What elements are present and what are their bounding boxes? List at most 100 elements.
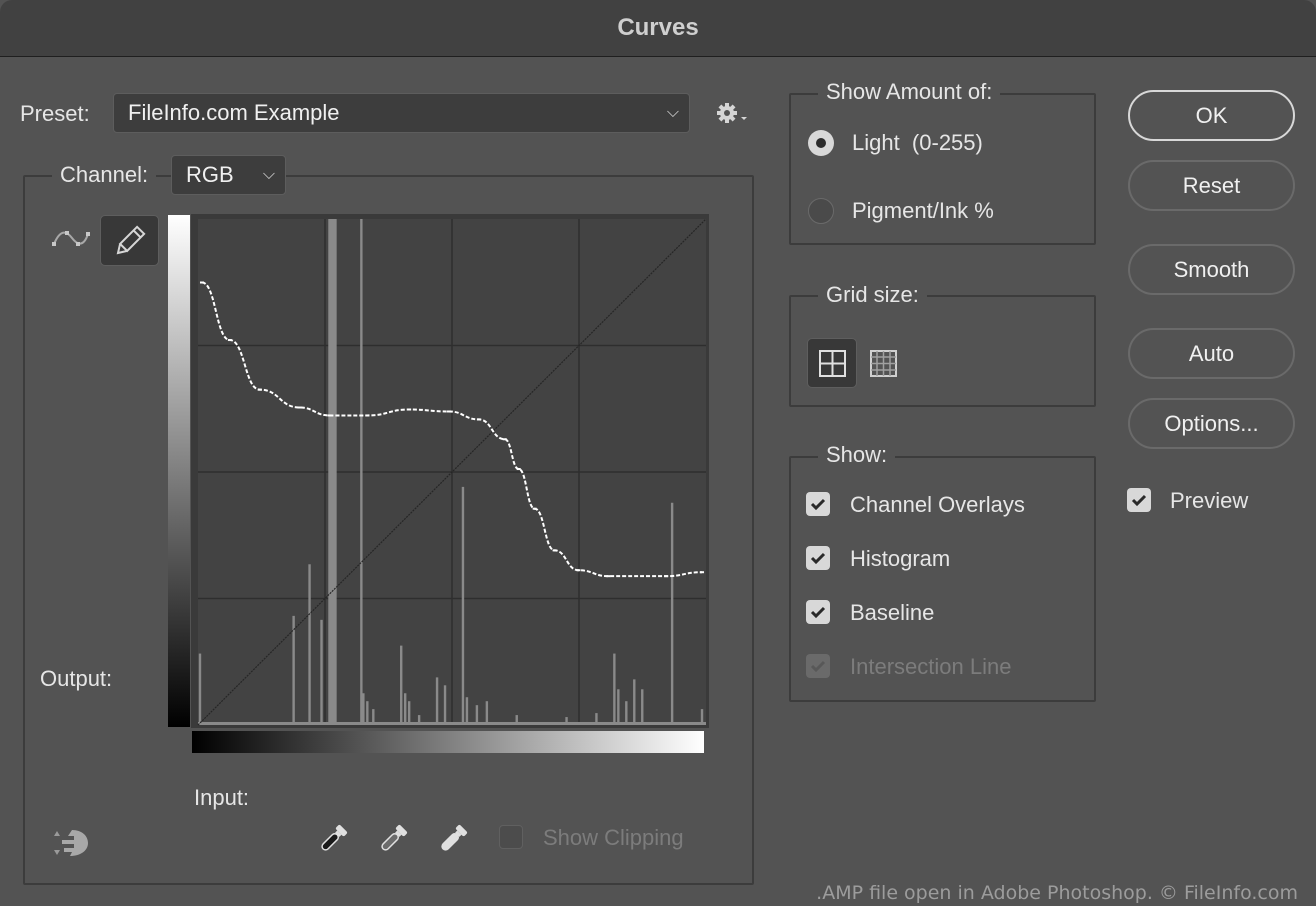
curve-point [227,339,232,342]
curve-point [297,406,302,409]
gray-point-eyedropper-icon [381,824,408,851]
histogram-bar [334,219,337,725]
curve-point [664,575,669,578]
radio-light[interactable] [808,130,834,156]
intersection-line-checkbox[interactable] [806,654,830,678]
pencil-icon [116,225,146,255]
histogram-bar [362,693,365,725]
radio-light-label: Light (0-255) [852,130,983,155]
checkmark-icon [810,498,826,511]
curve-point [532,507,537,510]
histogram-bar [292,615,295,725]
detailed-grid-button[interactable] [870,350,898,378]
window-title: Curves [617,14,699,41]
histogram-bar [407,701,411,725]
histogram-bar [360,219,363,725]
channel-label: Channel: [52,162,157,188]
show-amount-title: Show Amount of: [818,79,1001,105]
histogram-bar [465,697,469,725]
histogram-bar [435,677,439,725]
input-label: Input: [194,785,250,810]
histogram-bar [366,701,369,725]
targeted-adjustment-tool[interactable] [50,826,90,860]
histogram-bar [700,709,704,725]
channel-value: RGB [186,162,234,187]
histogram-bar [565,717,568,725]
footer-caption: .AMP file open in Adobe Photoshop. © Fil… [816,882,1298,904]
preview-checkbox[interactable] [1127,488,1151,512]
curve-point [447,410,452,413]
histogram-bar [625,701,628,725]
histogram-bar [613,653,616,725]
show-clipping-checkbox[interactable] [499,825,523,849]
title-bar: Curves [0,0,1316,57]
gray-point-eyedropper[interactable] [376,822,410,856]
radio-pigment[interactable] [808,198,834,224]
curve-point [606,575,611,578]
detailed-grid-icon [870,350,897,377]
histogram-bar [443,685,447,725]
histogram-label: Histogram [850,546,951,571]
reset-button[interactable]: Reset [1128,160,1295,211]
show-clipping-label: Show Clipping [543,825,684,850]
histogram-bar [633,679,636,725]
auto-button[interactable]: Auto [1128,328,1295,379]
black-point-eyedropper-icon [321,824,348,851]
checkmark-icon [810,606,826,619]
histogram-bar [320,619,323,725]
preview-label: Preview [1170,488,1249,513]
histogram-bar [403,693,407,725]
histogram-bar [617,689,620,725]
ok-button[interactable]: OK [1128,90,1295,141]
gear-icon[interactable] [716,101,750,125]
simple-grid-icon [819,350,846,377]
checkmark-icon [810,660,826,673]
channel-select[interactable]: RGB ⌵ [171,155,286,195]
smooth-button[interactable]: Smooth [1128,244,1295,295]
histogram-bar [475,705,479,725]
simple-grid-button[interactable] [807,338,857,388]
curve-point [516,468,521,471]
input-gradient-bar [192,731,704,753]
preset-value: FileInfo.com Example [128,100,340,125]
radio-pigment-label: Pigment/Ink % [852,198,994,223]
grid-size-title: Grid size: [818,282,927,308]
histogram-bar [417,715,421,725]
baseline-checkbox[interactable] [806,600,830,624]
channel-overlays-label: Channel Overlays [850,492,1025,517]
show-title: Show: [818,442,896,468]
histogram-bar [198,653,202,725]
white-point-eyedropper[interactable] [436,822,470,856]
histogram-bar [461,486,465,725]
histogram-bar [515,715,518,725]
histogram-bar [595,713,598,725]
histogram-bar [641,689,644,725]
curve-point [502,438,507,441]
histogram-bar [485,701,489,725]
curve-point [407,408,412,411]
preset-select[interactable]: FileInfo.com Example ⌵ [113,93,690,133]
checkmark-icon [810,552,826,565]
output-label: Output: [40,666,113,691]
curve-point [365,414,370,417]
histogram-bar [308,564,311,725]
curve-point [576,569,581,572]
chevron-down-icon: ⌵ [262,166,275,183]
hand-adjust-icon [54,830,88,856]
channel-overlays-checkbox[interactable] [806,492,830,516]
pencil-tool-button[interactable] [100,215,159,266]
histogram-bar [372,709,375,725]
checkmark-icon [1131,494,1147,507]
curve-point [199,281,204,284]
black-point-eyedropper[interactable] [316,822,350,856]
preset-label: Preset: [20,101,90,126]
options-button[interactable]: Options... [1128,398,1295,449]
histogram-checkbox[interactable] [806,546,830,570]
histogram-bar [670,502,674,725]
curves-graph[interactable] [191,214,709,728]
curve-point-tool[interactable] [50,228,92,252]
curve-point [552,549,557,552]
baseline-label: Baseline [850,600,935,625]
histogram-bar [400,645,403,725]
curve-point [700,571,705,574]
